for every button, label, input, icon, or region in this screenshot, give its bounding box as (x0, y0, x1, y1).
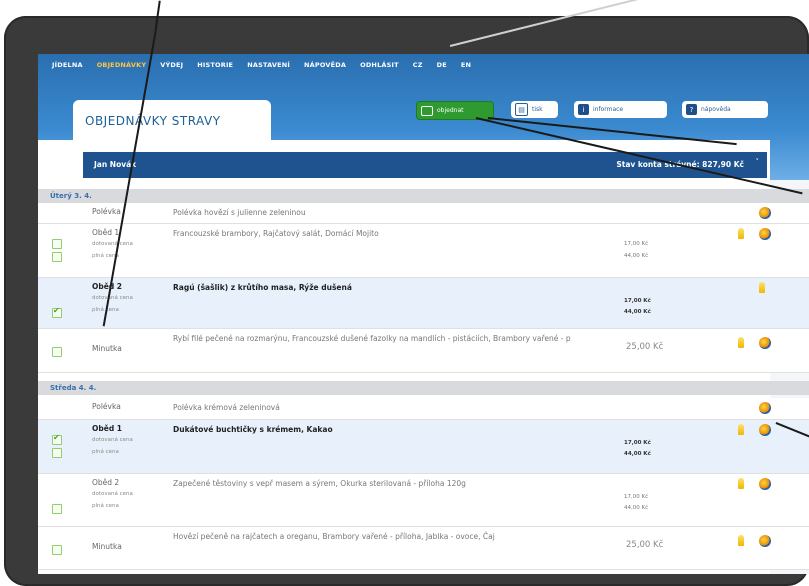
bulb-icon[interactable] (759, 282, 765, 293)
price-type-label: plná cena (92, 503, 119, 509)
nav-orders[interactable]: OBJEDNÁVKY (97, 61, 147, 79)
order-checkbox[interactable] (52, 239, 62, 249)
print-button-label: tisk (532, 106, 543, 113)
day-label: Úterý 3. 4. (50, 192, 92, 200)
nav-settings[interactable]: NASTAVENÍ (247, 61, 290, 79)
course-name: Minutka (92, 542, 122, 551)
chef-icon[interactable] (759, 535, 771, 547)
meal-description: Polévka hovězí s julienne zeleninou (173, 208, 306, 217)
bulb-icon[interactable] (738, 478, 744, 489)
menu-row-lunch: Oběd 1 dotovaná cena plná cena Dukátové … (38, 420, 809, 474)
price: 25,00 Kč (626, 342, 664, 352)
page-title: OBJEDNÁVKY STRAVY (85, 114, 221, 128)
price-type-label: dotovaná cena (92, 437, 133, 443)
day-header: Úterý 3. 4. (38, 189, 809, 203)
menu-row-soup: Polévka Polévka krémová zeleninová (38, 398, 809, 420)
meal-description: Francouzské brambory, Rajčatový salát, D… (173, 229, 379, 238)
menu-row-lunch: Oběd 2 dotovaná cena plná cena Ragú (šaš… (38, 278, 809, 329)
user-name: Jan Novák (94, 160, 137, 169)
lang-en[interactable]: EN (461, 61, 471, 79)
order-checkbox[interactable] (52, 433, 62, 445)
chef-icon[interactable] (759, 337, 771, 349)
course-name: Oběd 2 (92, 478, 120, 487)
nav-logout[interactable]: ODHLÁSIT (360, 61, 399, 79)
order-button-label: objednat (437, 107, 464, 114)
app-screen: JÍDELNA OBJEDNÁVKY VÝDEJ HISTORIE NASTAV… (38, 54, 809, 574)
menu-row-lunch: Oběd 1 dotovaná cena plná cena Francouzs… (38, 224, 809, 278)
meal-description: Hovězí pečeně na rajčatech a oreganu, Br… (173, 532, 495, 541)
subsidized-price: 17,00 Kč (624, 241, 649, 247)
subsidized-price: 17,00 Kč (624, 440, 651, 446)
course-name: Polévka (92, 402, 121, 411)
price-type-label: dotovaná cena (92, 241, 133, 247)
full-price: 44,00 Kč (624, 505, 649, 511)
order-checkbox[interactable] (52, 306, 62, 318)
user-bar: Jan Novák Stav konta strávné: 827,90 Kč … (83, 152, 767, 178)
order-checkbox[interactable] (52, 545, 62, 555)
help-button[interactable]: ? nápověda (682, 101, 768, 118)
nav-dispense[interactable]: VÝDEJ (160, 61, 183, 79)
menu-row-soup: Polévka Polévka hovězí s julienne zeleni… (38, 203, 809, 224)
meal-description: Ragú (šašlik) z krůtího masa, Rýže dušen… (173, 283, 352, 292)
menu-row-lunch: Oběd 2 dotovaná cena plná cena Zapečené … (38, 474, 809, 527)
order-checkbox[interactable] (52, 448, 62, 458)
day-label: Středa 4. 4. (50, 384, 97, 392)
print-button[interactable]: ▤ tisk (511, 101, 558, 118)
nav-history[interactable]: HISTORIE (197, 61, 233, 79)
nav-canteen[interactable]: JÍDELNA (52, 61, 83, 79)
price-type-label: dotovaná cena (92, 491, 133, 497)
day-header: Středa 4. 4. (38, 381, 809, 395)
chevron-down-icon[interactable]: ˅ (756, 158, 760, 166)
meal-description: Dukátové buchtičky s krémem, Kakao (173, 425, 333, 434)
chef-icon[interactable] (759, 207, 771, 219)
info-icon: i (578, 104, 589, 115)
full-price: 44,00 Kč (624, 309, 651, 315)
help-icon: ? (686, 104, 697, 115)
order-checkbox[interactable] (52, 347, 62, 357)
order-checkbox[interactable] (52, 504, 62, 514)
bulb-icon[interactable] (738, 228, 744, 239)
meal-description: Zapečené těstoviny s vepř masem a sýrem,… (173, 479, 466, 488)
nav-help[interactable]: NÁPOVĚDA (304, 61, 346, 79)
printer-icon: ▤ (515, 103, 528, 116)
chef-icon[interactable] (759, 424, 771, 436)
course-name: Polévka (92, 207, 121, 216)
help-button-label: nápověda (701, 106, 731, 113)
page-title-tab: OBJEDNÁVKY STRAVY (73, 100, 271, 140)
subsidized-price: 17,00 Kč (624, 298, 651, 304)
info-button[interactable]: i informace (574, 101, 667, 118)
chef-icon[interactable] (759, 478, 771, 490)
lang-cz[interactable]: CZ (413, 61, 423, 79)
menu-row-minutka: Minutka Hovězí pečeně na rajčatech a ore… (38, 527, 809, 570)
course-name: Minutka (92, 344, 122, 353)
order-checkbox[interactable] (52, 252, 62, 262)
subsidized-price: 17,00 Kč (624, 494, 649, 500)
course-name: Oběd 1 (92, 424, 123, 433)
menu-row-minutka: Minutka Rybí filé pečené na rozmarýnu, F… (38, 329, 809, 373)
course-name: Oběd 2 (92, 282, 123, 291)
chef-icon[interactable] (759, 228, 771, 240)
full-price: 44,00 Kč (624, 253, 649, 259)
bulb-icon[interactable] (738, 535, 744, 546)
lang-de[interactable]: DE (437, 61, 447, 79)
main-nav: JÍDELNA OBJEDNÁVKY VÝDEJ HISTORIE NASTAV… (38, 61, 471, 79)
full-price: 44,00 Kč (624, 451, 651, 457)
course-name: Oběd 1 (92, 228, 120, 237)
price-type-label: plná cena (92, 449, 119, 455)
tablet-frame: JÍDELNA OBJEDNÁVKY VÝDEJ HISTORIE NASTAV… (4, 16, 809, 586)
order-button[interactable]: objednat (416, 101, 494, 120)
bulb-icon[interactable] (738, 337, 744, 348)
meal-description: Rybí filé pečené na rozmarýnu, Francouzs… (173, 334, 571, 343)
meal-description: Polévka krémová zeleninová (173, 403, 280, 412)
info-button-label: informace (593, 106, 624, 113)
chef-icon[interactable] (759, 402, 771, 414)
cart-icon (421, 105, 433, 116)
bulb-icon[interactable] (738, 424, 744, 435)
price-type-label: dotovaná cena (92, 295, 133, 301)
price: 25,00 Kč (626, 540, 664, 550)
